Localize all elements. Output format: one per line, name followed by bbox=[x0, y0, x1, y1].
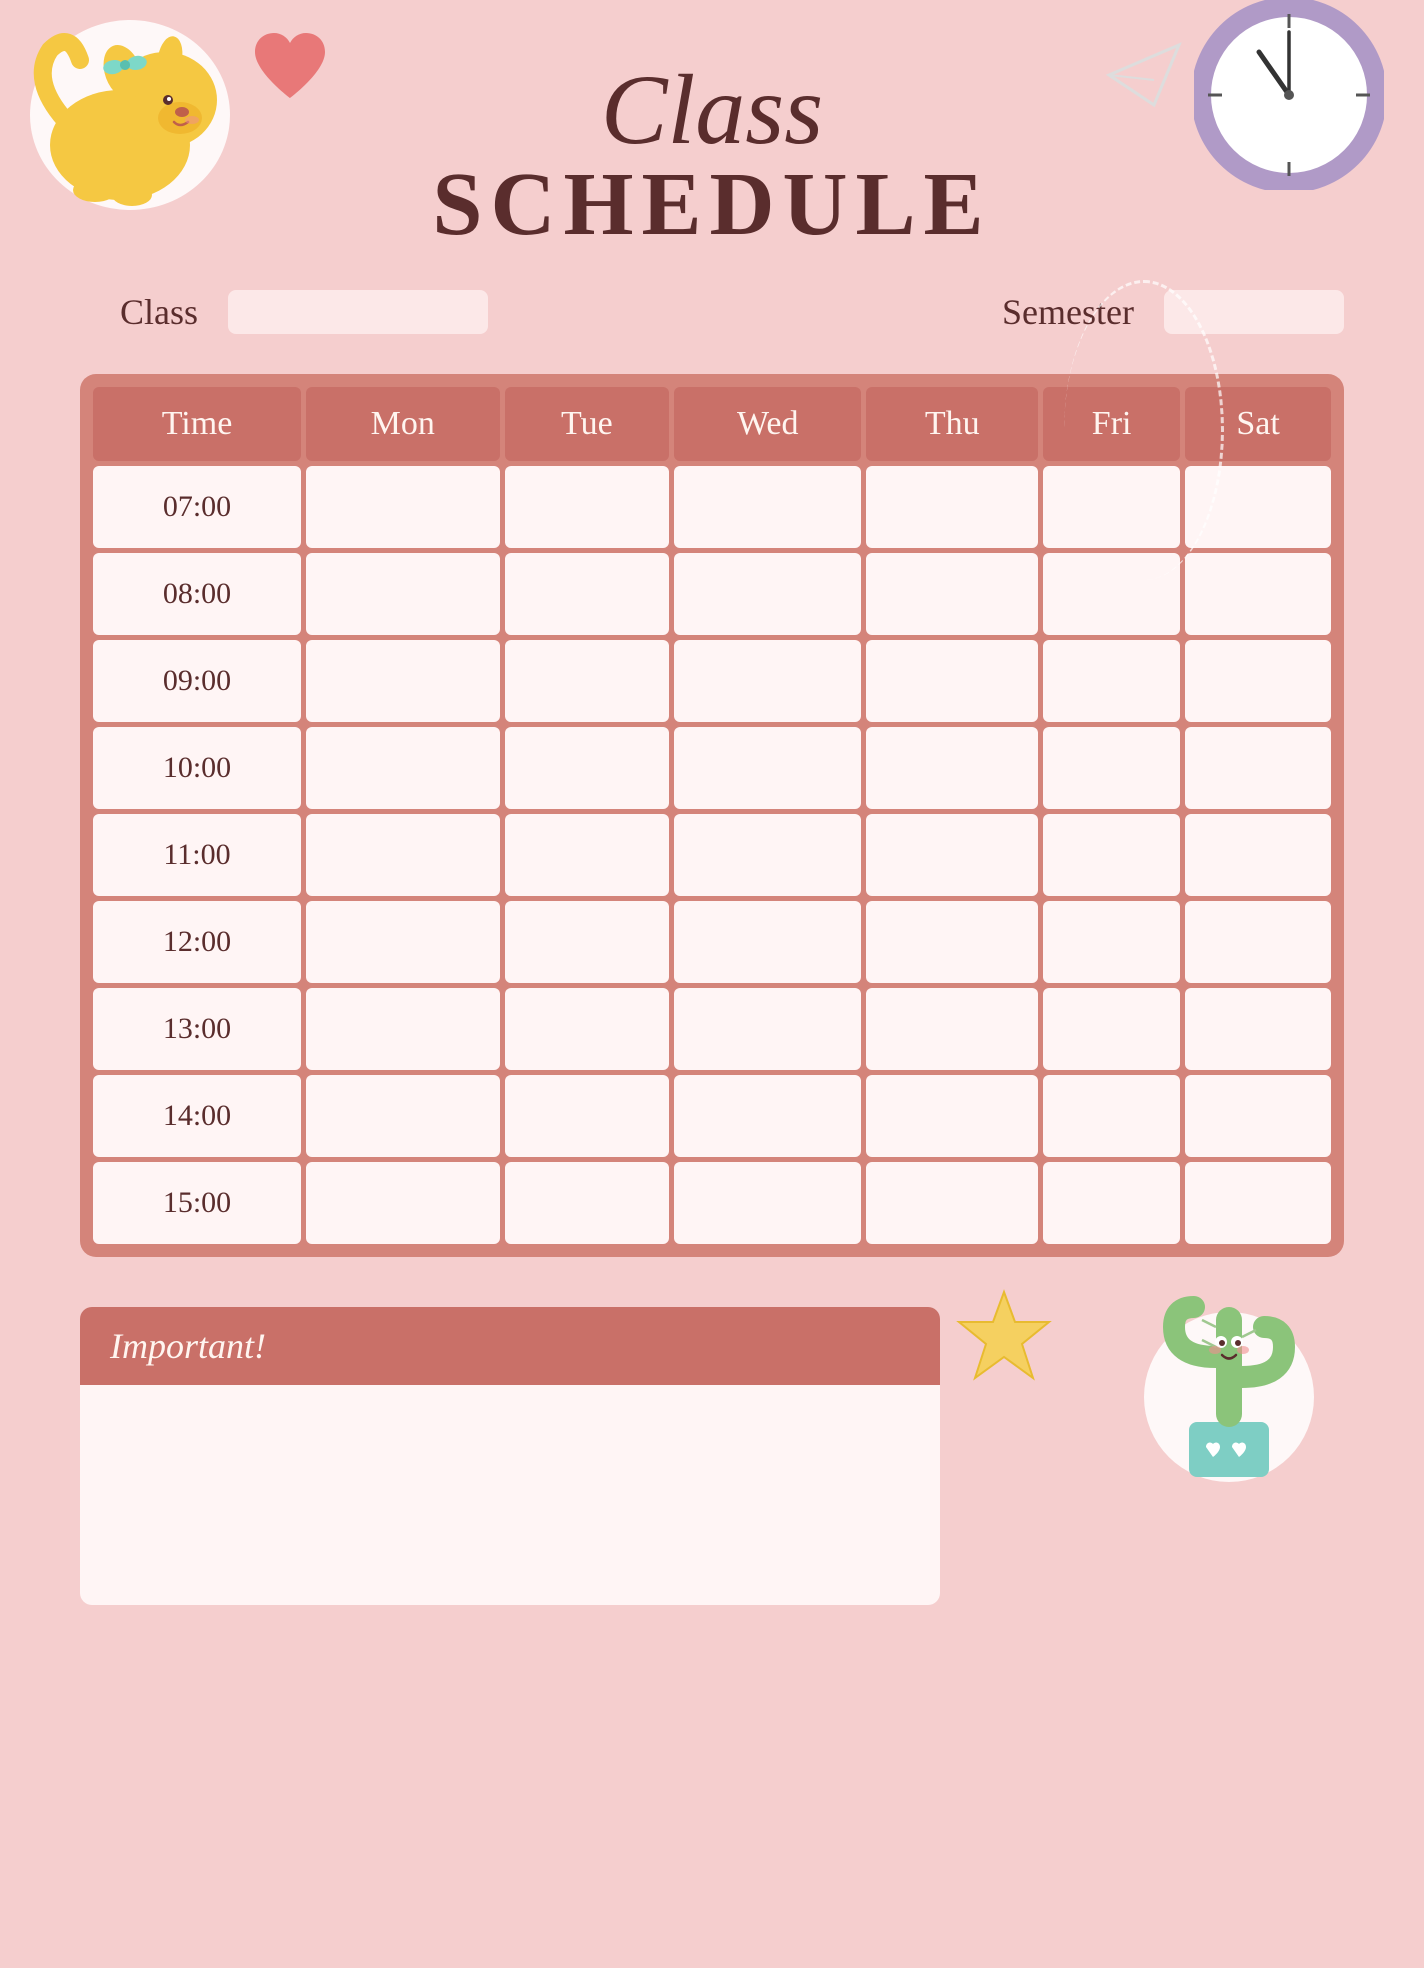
table-header-wed: Wed bbox=[674, 387, 861, 461]
schedule-cell[interactable] bbox=[505, 553, 670, 635]
schedule-cell[interactable] bbox=[866, 466, 1038, 548]
schedule-cell[interactable] bbox=[674, 901, 861, 983]
important-label: Important! bbox=[110, 1326, 266, 1366]
schedule-cell[interactable] bbox=[306, 988, 500, 1070]
schedule-cell[interactable] bbox=[1043, 640, 1180, 722]
time-cell-1100: 11:00 bbox=[93, 814, 301, 896]
schedule-cell[interactable] bbox=[1043, 901, 1180, 983]
schedule-cell[interactable] bbox=[505, 1075, 670, 1157]
schedule-cell[interactable] bbox=[505, 640, 670, 722]
schedule-cell[interactable] bbox=[1185, 1075, 1331, 1157]
time-cell-0800: 08:00 bbox=[93, 553, 301, 635]
table-row: 12:00 bbox=[93, 901, 1331, 983]
schedule-cell[interactable] bbox=[1043, 814, 1180, 896]
schedule-cell[interactable] bbox=[674, 553, 861, 635]
important-section: Important! bbox=[80, 1307, 940, 1605]
table-header-tue: Tue bbox=[505, 387, 670, 461]
time-cell-1500: 15:00 bbox=[93, 1162, 301, 1244]
schedule-cell[interactable] bbox=[505, 901, 670, 983]
dashed-curve-decoration bbox=[1064, 280, 1224, 580]
title-schedule: SCHEDULE bbox=[80, 160, 1344, 250]
table-header-mon: Mon bbox=[306, 387, 500, 461]
schedule-cell[interactable] bbox=[866, 814, 1038, 896]
table-row: 09:00 bbox=[93, 640, 1331, 722]
table-row: 14:00 bbox=[93, 1075, 1331, 1157]
schedule-cell[interactable] bbox=[306, 466, 500, 548]
schedule-cell[interactable] bbox=[306, 727, 500, 809]
table-row: 11:00 bbox=[93, 814, 1331, 896]
class-input[interactable] bbox=[228, 290, 488, 334]
schedule-cell[interactable] bbox=[505, 727, 670, 809]
schedule-cell[interactable] bbox=[1185, 553, 1331, 635]
time-cell-1200: 12:00 bbox=[93, 901, 301, 983]
schedule-cell[interactable] bbox=[866, 901, 1038, 983]
schedule-cell[interactable] bbox=[306, 901, 500, 983]
page: Class SCHEDULE Class Semester TimeMonTue… bbox=[0, 0, 1424, 1968]
schedule-cell[interactable] bbox=[306, 553, 500, 635]
time-cell-0700: 07:00 bbox=[93, 466, 301, 548]
schedule-cell[interactable] bbox=[306, 814, 500, 896]
schedule-cell[interactable] bbox=[674, 640, 861, 722]
schedule-cell[interactable] bbox=[1185, 988, 1331, 1070]
table-header-thu: Thu bbox=[866, 387, 1038, 461]
schedule-cell[interactable] bbox=[674, 814, 861, 896]
table-row: 13:00 bbox=[93, 988, 1331, 1070]
important-body[interactable] bbox=[80, 1385, 940, 1605]
schedule-cell[interactable] bbox=[1185, 901, 1331, 983]
schedule-cell[interactable] bbox=[674, 1162, 861, 1244]
schedule-cell[interactable] bbox=[674, 727, 861, 809]
schedule-cell[interactable] bbox=[1043, 727, 1180, 809]
schedule-cell[interactable] bbox=[1043, 1162, 1180, 1244]
schedule-cell[interactable] bbox=[306, 1075, 500, 1157]
cactus-decoration bbox=[1134, 1247, 1324, 1492]
class-label: Class bbox=[120, 291, 198, 333]
schedule-cell[interactable] bbox=[1043, 988, 1180, 1070]
time-cell-0900: 09:00 bbox=[93, 640, 301, 722]
schedule-cell[interactable] bbox=[674, 1075, 861, 1157]
time-cell-1000: 10:00 bbox=[93, 727, 301, 809]
schedule-cell[interactable] bbox=[505, 814, 670, 896]
header: Class SCHEDULE bbox=[80, 40, 1344, 250]
schedule-cell[interactable] bbox=[866, 988, 1038, 1070]
table-body: 07:0008:0009:0010:0011:0012:0013:0014:00… bbox=[93, 466, 1331, 1244]
table-header-time: Time bbox=[93, 387, 301, 461]
title-class: Class bbox=[80, 60, 1344, 160]
schedule-cell[interactable] bbox=[866, 553, 1038, 635]
schedule-cell[interactable] bbox=[306, 640, 500, 722]
schedule-cell[interactable] bbox=[866, 1075, 1038, 1157]
schedule-cell[interactable] bbox=[1185, 814, 1331, 896]
schedule-cell[interactable] bbox=[866, 1162, 1038, 1244]
schedule-cell[interactable] bbox=[1185, 727, 1331, 809]
schedule-cell[interactable] bbox=[505, 1162, 670, 1244]
schedule-cell[interactable] bbox=[505, 988, 670, 1070]
table-row: 10:00 bbox=[93, 727, 1331, 809]
important-header: Important! bbox=[80, 1307, 940, 1385]
schedule-cell[interactable] bbox=[674, 988, 861, 1070]
schedule-cell[interactable] bbox=[1185, 1162, 1331, 1244]
schedule-cell[interactable] bbox=[1185, 640, 1331, 722]
schedule-cell[interactable] bbox=[306, 1162, 500, 1244]
schedule-cell[interactable] bbox=[866, 640, 1038, 722]
bottom-section: Important! bbox=[80, 1307, 1344, 1605]
time-cell-1300: 13:00 bbox=[93, 988, 301, 1070]
table-row: 15:00 bbox=[93, 1162, 1331, 1244]
schedule-cell[interactable] bbox=[866, 727, 1038, 809]
schedule-cell[interactable] bbox=[674, 466, 861, 548]
time-cell-1400: 14:00 bbox=[93, 1075, 301, 1157]
schedule-cell[interactable] bbox=[505, 466, 670, 548]
schedule-cell[interactable] bbox=[1043, 1075, 1180, 1157]
star-decoration bbox=[954, 1287, 1054, 1392]
